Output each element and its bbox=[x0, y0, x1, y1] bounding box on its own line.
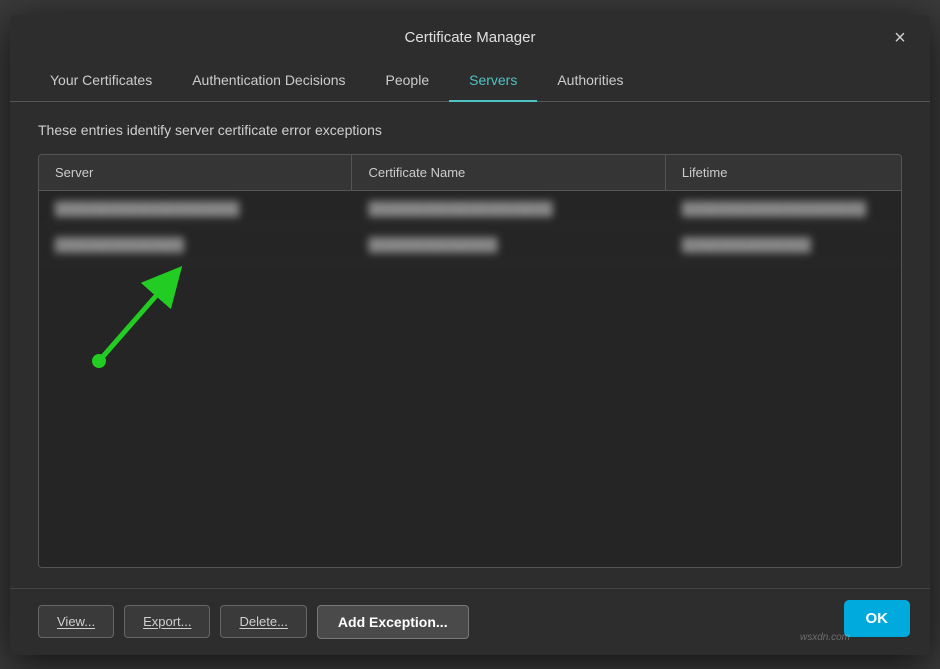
titlebar: Certificate Manager × bbox=[10, 15, 930, 60]
cell-cert-1: ████████████████████ bbox=[352, 191, 665, 226]
tab-bar: Your Certificates Authentication Decisio… bbox=[10, 60, 930, 102]
watermark: wsxdn.com bbox=[800, 632, 850, 643]
cell-lifetime-2: ██████████████ bbox=[666, 227, 901, 262]
column-cert-name: Certificate Name bbox=[352, 155, 665, 190]
tab-authorities[interactable]: Authorities bbox=[537, 60, 643, 102]
servers-table: Server Certificate Name Lifetime ███████… bbox=[38, 154, 902, 568]
tab-your-certificates[interactable]: Your Certificates bbox=[30, 60, 172, 102]
table-header: Server Certificate Name Lifetime bbox=[39, 155, 901, 191]
cell-lifetime-1: ████████████████████ bbox=[666, 191, 901, 226]
cell-server-2: ██████████████ bbox=[39, 227, 352, 262]
view-button[interactable]: View... bbox=[38, 605, 114, 638]
tab-people[interactable]: People bbox=[366, 60, 450, 102]
table-row[interactable]: ██████████████ ██████████████ ██████████… bbox=[39, 227, 901, 263]
tab-authentication-decisions[interactable]: Authentication Decisions bbox=[172, 60, 365, 102]
dialog-title: Certificate Manager bbox=[405, 29, 536, 60]
table-row[interactable]: ████████████████████ ███████████████████… bbox=[39, 191, 901, 227]
certificate-manager-dialog: Certificate Manager × Your Certificates … bbox=[10, 15, 930, 655]
close-button[interactable]: × bbox=[886, 25, 914, 53]
delete-button[interactable]: Delete... bbox=[220, 605, 306, 638]
column-lifetime: Lifetime bbox=[666, 155, 901, 190]
add-exception-button[interactable]: Add Exception... bbox=[317, 605, 469, 639]
column-server: Server bbox=[39, 155, 352, 190]
cell-server-1: ████████████████████ bbox=[39, 191, 352, 226]
ok-button[interactable]: OK bbox=[844, 600, 911, 637]
cell-cert-2: ██████████████ bbox=[352, 227, 665, 262]
main-content: These entries identify server certificat… bbox=[10, 102, 930, 588]
export-button[interactable]: Export... bbox=[124, 605, 210, 638]
description-text: These entries identify server certificat… bbox=[38, 122, 902, 138]
table-body: ████████████████████ ███████████████████… bbox=[39, 191, 901, 567]
footer-buttons: View... Export... Delete... Add Exceptio… bbox=[10, 588, 930, 655]
arrow-annotation bbox=[79, 251, 209, 386]
tab-servers[interactable]: Servers bbox=[449, 60, 537, 102]
